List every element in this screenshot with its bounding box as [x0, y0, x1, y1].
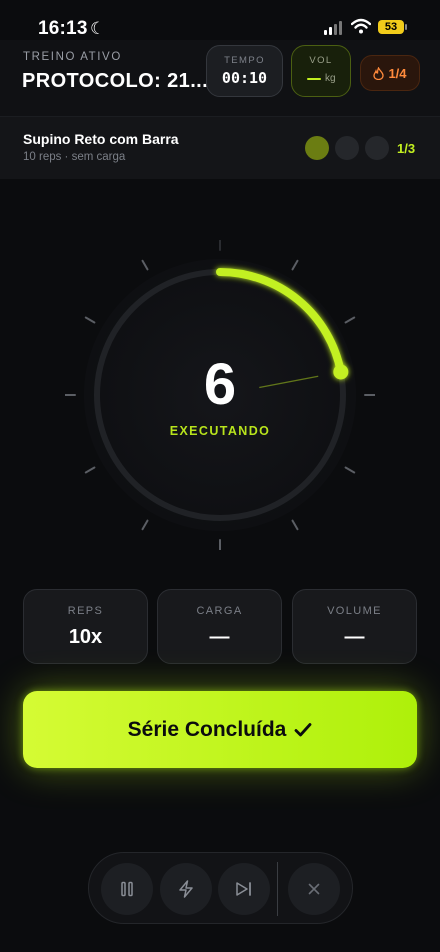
complete-set-label: Série Concluída — [127, 717, 287, 741]
dial-tick — [344, 316, 356, 324]
dial-tick — [84, 466, 96, 474]
bolt-icon — [179, 880, 193, 898]
stat-value: — — [209, 626, 230, 648]
workout-title: PROTOCOLO: 21... — [22, 70, 209, 92]
volume-empty-indicator — [307, 78, 321, 80]
stat-value: — — [344, 626, 365, 648]
boost-button[interactable] — [160, 863, 212, 915]
volume-badge: VOL kg — [291, 45, 351, 97]
timer-label: TEMPO — [224, 55, 265, 66]
skip-icon — [236, 882, 251, 896]
complete-set-button[interactable]: Série Concluída — [23, 691, 417, 768]
streak-badge[interactable]: 1/4 — [360, 55, 420, 91]
flame-icon — [373, 66, 385, 80]
dial-tick — [141, 259, 149, 271]
rep-count: 6 — [203, 352, 237, 417]
volume-unit: kg — [325, 73, 336, 84]
exercise-name: Supino Reto com Barra — [23, 131, 179, 147]
set-dot-1 — [305, 136, 329, 160]
wifi-icon — [351, 18, 371, 34]
stat-label: CARGA — [196, 605, 243, 617]
stat-label: VOLUME — [327, 605, 382, 617]
battery-tip — [405, 24, 407, 30]
stat-card-load: CARGA — — [157, 589, 282, 664]
stat-card-volume: VOLUME — — [292, 589, 417, 664]
battery-indicator: 53 — [378, 20, 404, 34]
set-counter: 1/3 — [397, 141, 416, 156]
close-button[interactable] — [288, 863, 340, 915]
moon-icon: ☾ — [90, 19, 106, 38]
set-dot-2 — [335, 136, 359, 160]
stat-label: REPS — [67, 605, 104, 617]
stat-value: 10x — [68, 626, 103, 648]
stat-card-reps: REPS 10x — [23, 589, 148, 664]
dial-tick — [291, 519, 299, 531]
exercise-detail: 10 reps · sem carga — [23, 151, 126, 163]
volume-label: VOL — [309, 55, 333, 66]
pause-button[interactable] — [101, 863, 153, 915]
dial-tick — [141, 519, 149, 531]
close-icon — [308, 883, 320, 895]
control-separator — [277, 862, 278, 916]
active-workout-label: TREINO ATIVO — [23, 51, 122, 63]
pause-icon — [121, 881, 133, 897]
signal-icon — [324, 21, 342, 35]
dial-tick — [84, 316, 96, 324]
timer-value: 00:10 — [221, 69, 268, 87]
timer-badge: TEMPO 00:10 — [206, 45, 283, 97]
check-icon — [294, 722, 312, 736]
exercise-state: EXECUTANDO — [169, 424, 271, 438]
status-time: 16:13 — [38, 18, 88, 39]
set-dot-3 — [365, 136, 389, 160]
streak-value: 1/4 — [388, 65, 407, 81]
dial-tick — [291, 259, 299, 271]
skip-button[interactable] — [218, 863, 270, 915]
dial-tick — [344, 466, 356, 474]
